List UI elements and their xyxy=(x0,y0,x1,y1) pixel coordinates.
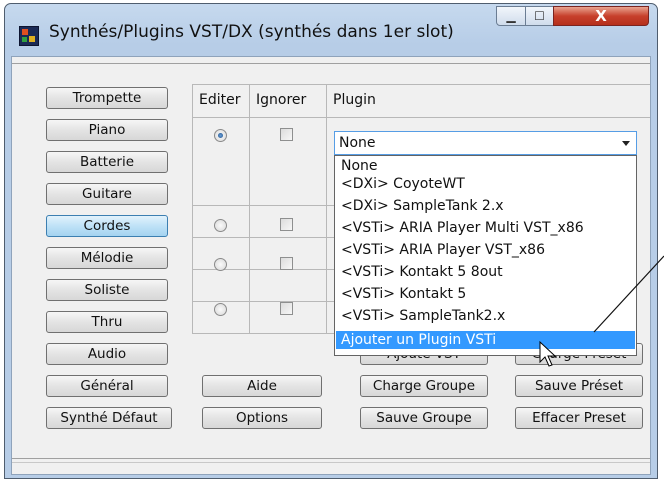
ignore-checkbox-3[interactable] xyxy=(280,257,293,270)
instrument-button-synthe-defaut[interactable]: Synthé Défaut xyxy=(46,407,172,429)
ignore-checkbox-2[interactable] xyxy=(280,218,293,231)
edit-radio-4[interactable] xyxy=(214,303,227,316)
edit-radio-3[interactable] xyxy=(214,258,227,271)
instrument-button-melodie[interactable]: Mélodie xyxy=(46,247,168,269)
instrument-button-thru[interactable]: Thru xyxy=(46,311,168,333)
close-icon: X xyxy=(595,7,607,25)
plugin-option[interactable]: None xyxy=(336,157,635,175)
charge-groupe-button[interactable]: Charge Groupe xyxy=(360,375,488,397)
instrument-button-batterie[interactable]: Batterie xyxy=(46,151,168,173)
ignore-checkbox-4[interactable] xyxy=(280,302,293,315)
plugin-option[interactable]: <VSTi> Kontakt 5 xyxy=(336,285,635,303)
instrument-button-guitare[interactable]: Guitare xyxy=(46,183,168,205)
ignore-checkbox-1[interactable] xyxy=(280,128,293,141)
minimize-icon: ▁ xyxy=(506,9,516,23)
plugin-option[interactable]: <DXi> SampleTank 2.x xyxy=(336,197,635,215)
header-editer: Editer xyxy=(199,92,241,108)
header-plugin: Plugin xyxy=(333,92,376,108)
instrument-button-general[interactable]: Général xyxy=(46,375,168,397)
sauve-groupe-button[interactable]: Sauve Groupe xyxy=(360,407,488,429)
plugin-select-value: None xyxy=(339,135,376,151)
minimize-button[interactable]: ▁ xyxy=(496,6,526,26)
instrument-button-audio[interactable]: Audio xyxy=(46,343,168,365)
instrument-button-soliste[interactable]: Soliste xyxy=(46,279,168,301)
plugin-option[interactable]: <VSTi> Kontakt 5 8out xyxy=(336,263,635,281)
sauve-preset-button[interactable]: Sauve Préset xyxy=(515,375,643,397)
effacer-preset-button[interactable]: Effacer Preset xyxy=(515,407,643,429)
maximize-button[interactable]: ☐ xyxy=(525,6,554,26)
plugin-option[interactable]: <VSTi> SampleTank2.x xyxy=(336,307,635,325)
plugin-option[interactable]: <DXi> CoyoteWT xyxy=(336,175,635,193)
status-divider xyxy=(12,462,650,463)
app-icon xyxy=(19,26,39,46)
maximize-icon: ☐ xyxy=(534,9,545,23)
plugin-dropdown-list: None <DXi> CoyoteWT <DXi> SampleTank 2.x… xyxy=(334,155,637,356)
plugin-option-add-vsti[interactable]: Ajouter un Plugin VSTi xyxy=(336,331,635,349)
instrument-button-piano[interactable]: Piano xyxy=(46,119,168,141)
instrument-button-cordes[interactable]: Cordes xyxy=(46,215,168,237)
window-title: Synthés/Plugins VST/DX (synthés dans 1er… xyxy=(49,22,454,42)
header-ignorer: Ignorer xyxy=(256,92,307,108)
aide-button[interactable]: Aide xyxy=(202,375,322,397)
options-button[interactable]: Options xyxy=(202,407,322,429)
edit-radio-1[interactable] xyxy=(214,129,227,142)
chevron-down-icon[interactable] xyxy=(622,141,630,146)
close-button[interactable]: X xyxy=(553,6,649,26)
edit-radio-2[interactable] xyxy=(214,219,227,232)
plugin-select[interactable]: None xyxy=(334,131,637,155)
plugin-option[interactable]: <VSTi> ARIA Player VST_x86 xyxy=(336,241,635,259)
title-bar[interactable]: Synthés/Plugins VST/DX (synthés dans 1er… xyxy=(5,4,657,56)
instrument-button-trompette[interactable]: Trompette xyxy=(46,87,168,109)
plugin-option[interactable]: <VSTi> ARIA Player Multi VST_x86 xyxy=(336,219,635,237)
